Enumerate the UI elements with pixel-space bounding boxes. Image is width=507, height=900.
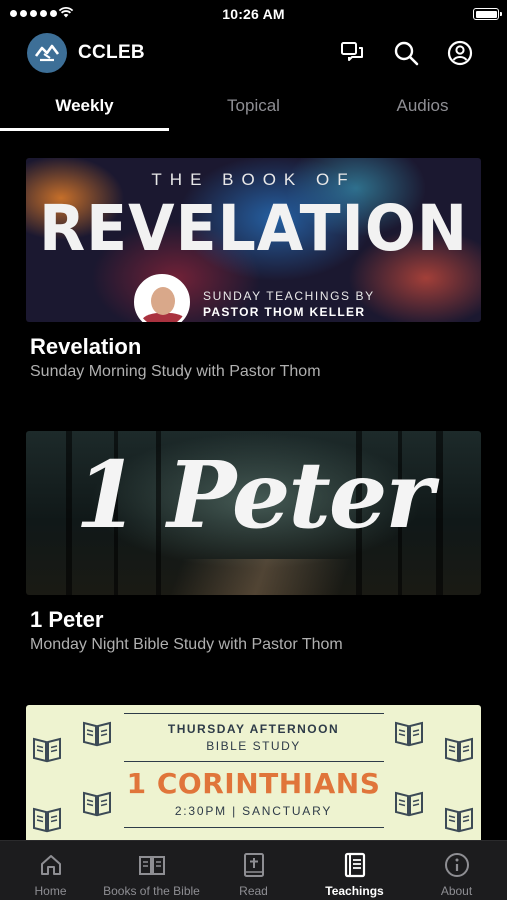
info-icon (406, 851, 507, 879)
banner-caption: SUNDAY TEACHINGS BY (203, 289, 375, 303)
banner-speaker: PASTOR THOM KELLER (203, 305, 366, 319)
app-header: CCLEB (0, 30, 507, 78)
battery-icon (473, 8, 502, 20)
nav-teachings[interactable]: Teachings (304, 841, 405, 900)
teachings-icon (304, 851, 405, 879)
nav-label: Read (239, 884, 268, 898)
banner-headline: 1 CORINTHIANS (126, 767, 381, 800)
active-tab-indicator (0, 128, 169, 131)
app-title: CCLEB (78, 42, 145, 63)
status-time: 10:26 AM (222, 6, 285, 22)
nav-read[interactable]: Read (203, 841, 304, 900)
teaching-card-revelation[interactable]: THE BOOK OF REVELATION SUNDAY TEACHINGS … (26, 158, 481, 380)
nav-about[interactable]: About (406, 841, 507, 900)
search-icon[interactable] (392, 39, 420, 67)
tab-audios[interactable]: Audios (338, 88, 507, 132)
nav-label: Teachings (325, 884, 384, 898)
banner-kicker: THE BOOK OF (151, 170, 356, 189)
banner-kicker-2: BIBLE STUDY (206, 739, 301, 753)
banner-kicker: THURSDAY AFTERNOON (167, 722, 340, 736)
1-peter-banner[interactable]: 1 Peter (26, 431, 481, 595)
divider (124, 761, 384, 762)
section-tabs: Weekly Topical Audios (0, 88, 507, 132)
home-icon (0, 851, 101, 879)
nav-label: Books of the Bible (103, 884, 200, 898)
status-bar: 10:26 AM (0, 0, 507, 28)
card-title: Revelation (30, 334, 142, 359)
nav-label: About (440, 884, 473, 898)
divider (124, 827, 384, 828)
account-icon[interactable] (446, 39, 474, 67)
card-subtitle: Monday Night Bible Study with Pastor Tho… (30, 636, 343, 653)
banner-headline: REVELATION (38, 192, 469, 266)
pastor-avatar (134, 274, 190, 322)
bible-icon (203, 851, 304, 879)
nav-home[interactable]: Home (0, 841, 101, 900)
tab-topical[interactable]: Topical (169, 88, 338, 132)
bottom-tab-bar: Home Books of the Bible Read Teachings A… (0, 840, 507, 900)
nav-books-of-the-bible[interactable]: Books of the Bible (101, 841, 202, 900)
card-title: 1 Peter (30, 607, 104, 632)
banner-headline: 1 Peter (75, 441, 434, 549)
card-subtitle: Sunday Morning Study with Pastor Thom (30, 363, 321, 380)
open-book-icon (101, 851, 202, 879)
teaching-card-1-peter[interactable]: 1 Peter 1 Peter Monday Night Bible Study… (26, 431, 481, 653)
tab-weekly[interactable]: Weekly (0, 88, 169, 132)
banner-caption: 2:30PM | SANCTUARY (174, 804, 333, 818)
nav-label: Home (34, 884, 67, 898)
ccleb-logo-icon (27, 33, 67, 73)
revelation-banner[interactable]: THE BOOK OF REVELATION SUNDAY TEACHINGS … (26, 158, 481, 322)
divider (124, 713, 384, 714)
chat-icon[interactable] (339, 39, 367, 67)
